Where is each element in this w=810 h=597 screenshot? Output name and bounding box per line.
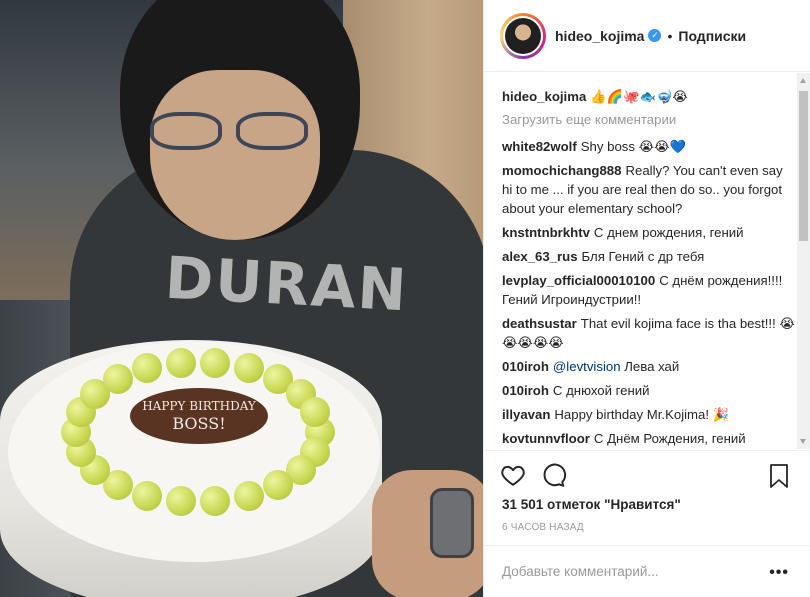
comment-username[interactable]: deathsustar [502, 316, 577, 331]
comment-username[interactable]: illyavan [502, 407, 550, 422]
comment-username[interactable]: levplay_official00010100 [502, 273, 655, 288]
plaque-line-2: BOSS! [172, 414, 226, 433]
post-actions-bar [484, 450, 810, 498]
comment-username[interactable]: knstntnbrkhtv [502, 225, 590, 240]
post-side-panel: hideo_kojima ✓ • Подписки hideo_kojima 👍🌈… [483, 0, 810, 597]
comment-username[interactable]: kovtunnvfloor [502, 431, 590, 446]
comment-bubble-icon[interactable] [540, 462, 566, 488]
avatar-image [505, 17, 541, 54]
author-avatar[interactable] [500, 12, 546, 59]
plaque-line-1: HAPPY BIRTHDAY [142, 399, 256, 413]
comment-item: momochichang888 Really? You can't even sa… [502, 161, 795, 218]
comment-username[interactable]: 010iroh [502, 359, 549, 374]
comment-mention-link[interactable]: @levtvision [553, 359, 621, 374]
more-options-button[interactable]: ••• [769, 564, 789, 582]
comment-text: С Днём Рождения, гений [593, 431, 746, 446]
shirt-print-text: DURAN [163, 243, 410, 325]
photo-face [150, 70, 320, 240]
caption-username[interactable]: hideo_kojima [502, 89, 586, 104]
comment-text: С днюхой гений [552, 383, 650, 398]
comments-scrollbar[interactable] [797, 73, 810, 449]
comments-list[interactable]: hideo_kojima 👍🌈🐙🐟🤿😭 Загрузить еще коммент… [484, 73, 810, 449]
verified-badge-icon: ✓ [648, 29, 662, 42]
scroll-up-arrow-icon[interactable] [800, 78, 806, 83]
heart-icon[interactable] [500, 462, 526, 488]
comment-username[interactable]: momochichang888 [502, 163, 621, 178]
post-header: hideo_kojima ✓ • Подписки [484, 0, 810, 72]
photo-grape [165, 486, 196, 517]
photo-grape [132, 480, 163, 511]
comment-username[interactable]: alex_63_rus [502, 249, 578, 264]
scroll-down-arrow-icon[interactable] [800, 439, 806, 444]
comment-text: Лева хай [624, 359, 680, 374]
likes-count[interactable]: 31 501 отметок "Нравится" [502, 497, 681, 512]
bookmark-icon[interactable] [767, 463, 791, 489]
post-photo[interactable]: DURAN HAPPY BIRTHDAY BOSS! [0, 0, 483, 597]
add-comment-section: ••• [484, 545, 810, 597]
photo-grape [233, 480, 264, 511]
cake-plaque: HAPPY BIRTHDAY BOSS! [130, 388, 268, 444]
comment-item: 010iroh С днюхой гений [502, 381, 795, 400]
following-button[interactable]: Подписки [678, 28, 746, 44]
load-more-comments-button[interactable]: Загрузить еще комментарии [502, 111, 795, 129]
photo-grape [103, 364, 134, 395]
photo-glasses [150, 112, 320, 152]
comment-item: illyavan Happy birthday Mr.Kojima! 🎉 [502, 405, 795, 424]
author-username[interactable]: hideo_kojima [555, 28, 644, 44]
comment-text: Бля Гений с др тебя [581, 249, 705, 264]
post-timestamp[interactable]: 6 ЧАСОВ НАЗАД [502, 522, 584, 533]
photo-grape [165, 347, 196, 378]
comment-text: С днем рождения, гений [593, 225, 744, 240]
comment-item: knstntnbrkhtv С днем рождения, гений [502, 223, 795, 242]
comment-text: Happy birthday Mr.Kojima! 🎉 [554, 407, 730, 422]
photo-grape [262, 469, 293, 500]
photo-grape [200, 347, 231, 378]
header-separator: • [667, 27, 673, 44]
comment-item: 010iroh @levtvision Лева хай [502, 357, 795, 376]
comment-username[interactable]: white82wolf [502, 139, 577, 154]
scrollbar-thumb[interactable] [799, 91, 808, 241]
comment-item: kovtunnvfloor С Днём Рождения, гений [502, 429, 795, 448]
photo-watch [430, 488, 474, 558]
comment-input[interactable] [502, 564, 762, 579]
caption-text: 👍🌈🐙🐟🤿😭 [590, 89, 688, 104]
comment-item: alex_63_rus Бля Гений с др тебя [502, 247, 795, 266]
photo-grape [233, 353, 264, 384]
comment-item: deathsustar That evil kojima face is tha … [502, 314, 795, 352]
comment-item: levplay_official00010100 С днём рождения!… [502, 271, 795, 309]
comment-text: Shy boss 😭😭💙 [580, 139, 686, 154]
comment-item: white82wolf Shy boss 😭😭💙 [502, 137, 795, 156]
comment-username[interactable]: 010iroh [502, 383, 549, 398]
caption: hideo_kojima 👍🌈🐙🐟🤿😭 [502, 87, 795, 106]
